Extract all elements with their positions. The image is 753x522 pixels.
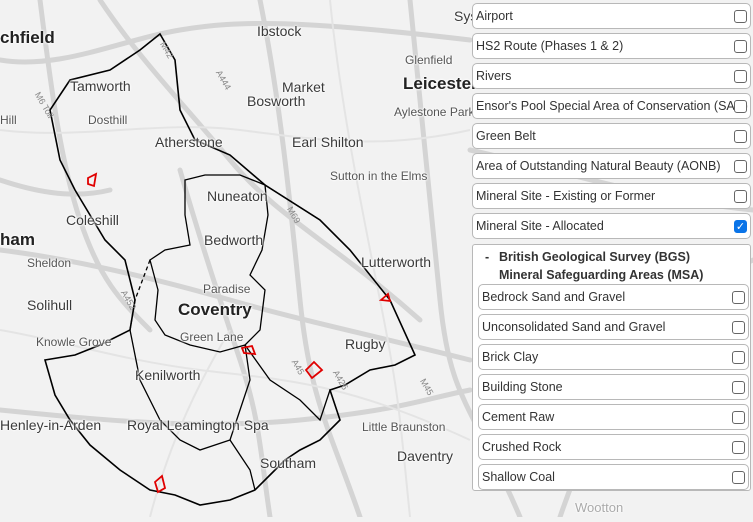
layer-label: Airport: [476, 9, 513, 23]
layer-label: Unconsolidated Sand and Gravel: [482, 320, 666, 334]
layer-label: Crushed Rock: [482, 440, 562, 454]
layer-checkbox[interactable]: [734, 70, 747, 83]
layer-label: Green Belt: [476, 129, 536, 143]
layer-label: Area of Outstanding Natural Beauty (AONB…: [476, 159, 721, 173]
place-label: Coventry: [178, 300, 252, 319]
bgs-msa-group: - British Geological Survey (BGS) Minera…: [472, 244, 751, 491]
place-label: Tamworth: [70, 78, 131, 94]
group-subtitle: Mineral Safeguarding Areas (MSA): [499, 268, 704, 282]
district-boundary: [229, 439, 256, 491]
layer-label: Cement Raw: [482, 410, 555, 424]
place-label: Bedworth: [204, 232, 264, 248]
road: [0, 20, 473, 65]
district-boundary: [244, 344, 331, 422]
layer-checkbox[interactable]: [732, 471, 745, 484]
place-label: Aylestone Park: [394, 105, 475, 119]
msa-layer-item[interactable]: Bedrock Sand and Gravel: [478, 284, 749, 310]
layer-item[interactable]: Area of Outstanding Natural Beauty (AONB…: [472, 153, 751, 179]
place-label: Royal Leamington Spa: [127, 417, 269, 433]
place-label: Atherstone: [155, 134, 223, 150]
place-label: ham: [0, 230, 35, 249]
msa-layer-item[interactable]: Unconsolidated Sand and Gravel: [478, 314, 749, 340]
layer-item[interactable]: Mineral Site - Existing or Former: [472, 183, 751, 209]
place-label: Sheldon: [27, 256, 72, 270]
place-label: Southam: [260, 455, 317, 471]
place-label: Dosthill: [88, 113, 128, 127]
allocated-site: [87, 172, 98, 188]
place-label: Ibstock: [257, 23, 302, 39]
layer-checkbox[interactable]: [732, 411, 745, 424]
layer-item[interactable]: Airport: [472, 3, 751, 29]
msa-layer-item[interactable]: Shallow Coal: [478, 464, 749, 490]
road: [97, 0, 423, 323]
collapse-toggle[interactable]: -: [485, 250, 489, 264]
place-label: Coleshill: [66, 212, 119, 228]
layer-checkbox[interactable]: [734, 160, 747, 173]
place-label: Sutton in the Elms: [330, 169, 428, 183]
layer-label: Rivers: [476, 69, 512, 83]
place-label: Leicester: [403, 74, 478, 93]
road: [0, 177, 113, 197]
layer-checkbox[interactable]: [734, 190, 747, 203]
place-label: Kenilworth: [135, 367, 201, 383]
layer-item[interactable]: HS2 Route (Phases 1 & 2): [472, 33, 751, 59]
layer-checkbox[interactable]: [732, 441, 745, 454]
layer-checkbox[interactable]: [732, 381, 745, 394]
layer-panel: Airport HS2 Route (Phases 1 & 2) Rivers Ens…: [470, 0, 753, 517]
place-label: Bosworth: [247, 93, 306, 109]
layer-checkbox[interactable]: [734, 130, 747, 143]
msa-layer-item[interactable]: Brick Clay: [478, 344, 749, 370]
layer-item[interactable]: Green Belt: [472, 123, 751, 149]
layer-label: HS2 Route (Phases 1 & 2): [476, 39, 624, 53]
place-label: Paradise: [203, 282, 251, 296]
place-label: Daventry: [397, 448, 454, 464]
layer-checkbox[interactable]: [734, 10, 747, 23]
place-label: Lutterworth: [361, 254, 432, 270]
group-title: British Geological Survey (BGS): [499, 250, 691, 264]
place-label: Rugby: [345, 336, 386, 352]
layer-label: Mineral Site - Existing or Former: [476, 189, 656, 203]
place-label: Solihull: [27, 297, 73, 313]
msa-layer-item[interactable]: Crushed Rock: [478, 434, 749, 460]
layer-item[interactable]: Mineral Site - Allocated ✓: [472, 213, 751, 239]
layer-checkbox[interactable]: [734, 40, 747, 53]
layer-checkbox[interactable]: [732, 321, 745, 334]
place-label: Glenfield: [405, 53, 453, 67]
layer-label: Brick Clay: [482, 350, 539, 364]
place-label: Knowle Grove: [36, 335, 112, 349]
place-label: Nuneaton: [207, 188, 268, 204]
place-label: Green Lane: [180, 330, 244, 344]
msa-layer-item[interactable]: Cement Raw: [478, 404, 749, 430]
msa-layer-item[interactable]: Building Stone: [478, 374, 749, 400]
layer-item[interactable]: Rivers: [472, 63, 751, 89]
layer-label: Shallow Coal: [482, 470, 555, 484]
layer-checkbox[interactable]: [734, 100, 747, 113]
layer-label: Ensor's Pool Special Area of Conservatio…: [476, 99, 748, 113]
layer-item[interactable]: Ensor's Pool Special Area of Conservatio…: [472, 93, 751, 119]
place-label: Little Braunston: [362, 420, 446, 434]
place-label: Earl Shilton: [292, 134, 364, 150]
layer-checkbox[interactable]: [732, 291, 745, 304]
layer-label: Bedrock Sand and Gravel: [482, 290, 626, 304]
layer-checkbox[interactable]: [732, 351, 745, 364]
allocated-site: [378, 292, 392, 303]
layer-checkbox[interactable]: ✓: [734, 220, 747, 233]
place-label: Hill: [0, 113, 17, 127]
layer-label: Mineral Site - Allocated: [476, 219, 604, 233]
layer-label: Building Stone: [482, 380, 563, 394]
place-label: Henley-in-Arden: [0, 417, 102, 433]
place-label: chfield: [0, 28, 55, 47]
